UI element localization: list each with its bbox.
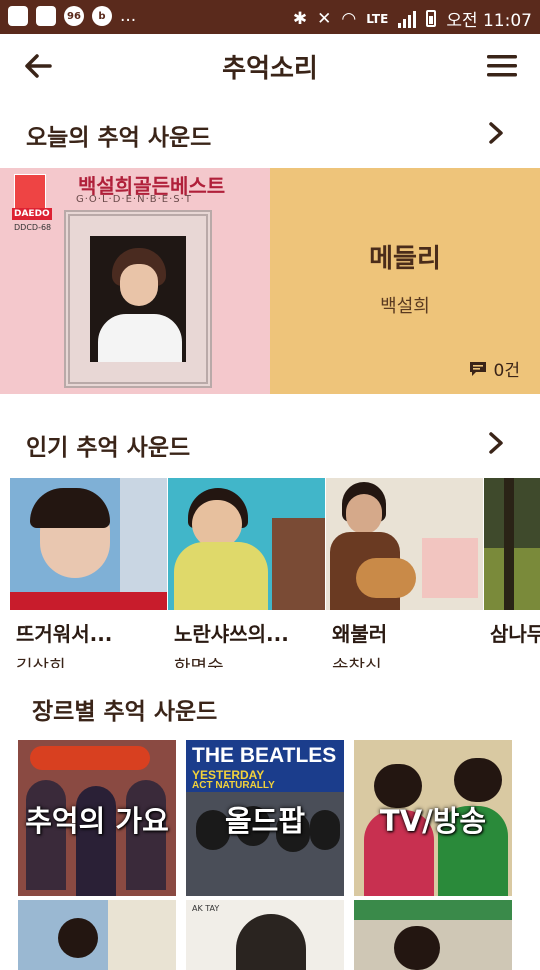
today-album-cover[interactable]: 백설희골든베스트 G·O·L·D·E·N·B·E·S·T DAEDO DDCD-… [0, 168, 270, 394]
image-notification-icon [36, 6, 56, 26]
list-item[interactable]: 노란샤쓰의... 한명숙 [168, 478, 325, 668]
mute-icon: ✕ [317, 8, 332, 29]
genre-label: TV/방송 [379, 804, 487, 838]
album-cover [484, 478, 540, 610]
signal-icon [398, 10, 417, 28]
genre-tile[interactable]: THE BEATLES YESTERDAY ACT NATURALLY 올드팝 [186, 740, 344, 896]
list-item-title: 노란샤쓰의... [174, 622, 289, 646]
album-subtitle-text: G·O·L·D·E·N·B·E·S·T [76, 194, 192, 205]
genre-tile[interactable]: TV/방송 [354, 740, 512, 896]
popular-list[interactable]: 뜨거워서... 김상희 노란샤쓰의... 한명숙 왜불러 송창식 삼나무 [10, 478, 540, 668]
chevron-right-icon[interactable] [486, 430, 506, 456]
genre-label: 추억의 가요 [25, 804, 169, 838]
genre-grid: 추억의 가요 THE BEATLES YESTERDAY ACT NATURAL… [18, 740, 528, 970]
record-label-name: DAEDO [12, 208, 52, 220]
popular-section-title: 인기 추억 사운드 [26, 435, 191, 461]
battery-icon [426, 10, 437, 27]
record-label-logo [14, 174, 46, 210]
singer-photo [90, 236, 186, 362]
more-notifications: ... [120, 6, 137, 26]
hamburger-menu-icon[interactable] [486, 52, 518, 80]
list-item[interactable]: 삼나무 [484, 478, 540, 653]
comment-count[interactable]: 0건 [468, 356, 520, 381]
list-item[interactable]: 뜨거워서... 김상희 [10, 478, 167, 668]
bluetooth-icon: ✱ [292, 8, 308, 29]
app-notification-icon [8, 6, 28, 26]
today-feature-card[interactable]: 백설희골든베스트 G·O·L·D·E·N·B·E·S·T DAEDO DDCD-… [0, 168, 540, 394]
chevron-right-icon[interactable] [486, 120, 506, 146]
list-item-artist: 김상희 [16, 657, 66, 668]
comment-count-text: 0건 [493, 361, 520, 381]
today-section-title: 오늘의 추억 사운드 [26, 125, 212, 151]
album-cover [168, 478, 325, 610]
genre-label: 올드팝 [224, 804, 306, 838]
status-bar: 96 b ... ✱ ✕ ◠ LTE 오전 11:07 [0, 0, 540, 34]
page-title: 추억소리 [222, 54, 318, 84]
album-cover [326, 478, 483, 610]
list-item-title: 뜨거워서... [16, 622, 113, 646]
today-artist: 백설희 [380, 296, 430, 317]
network-type: LTE [366, 11, 389, 26]
genre-section-header: 장르별 추억 사운드 [0, 680, 540, 734]
today-info-panel[interactable]: 메들리 백설희 0건 [270, 168, 540, 394]
app-b-icon: b [92, 6, 112, 26]
album-code-text: DDCD-68 [14, 223, 52, 232]
clock: 오전 11:07 [446, 11, 532, 31]
album-cover [10, 478, 167, 610]
genre-section-title: 장르별 추억 사운드 [32, 699, 218, 725]
list-item-title: 왜불러 [332, 622, 388, 646]
genre-tile[interactable]: 추억의 가요 [18, 740, 176, 896]
list-item-title: 삼나무 [490, 622, 540, 646]
app-bar: 추억소리 [0, 34, 540, 98]
comment-bubble-icon [469, 361, 486, 376]
badge-notification-icon: 96 [64, 6, 84, 26]
popular-section-header[interactable]: 인기 추억 사운드 [0, 416, 540, 470]
list-item[interactable]: 왜불러 송창식 [326, 478, 483, 668]
wifi-icon: ◠ [341, 8, 357, 29]
list-item-artist: 한명숙 [174, 657, 224, 668]
list-item-artist: 송창식 [332, 657, 382, 668]
today-section-header[interactable]: 오늘의 추억 사운드 [0, 106, 540, 160]
today-track-title: 메들리 [369, 244, 441, 274]
